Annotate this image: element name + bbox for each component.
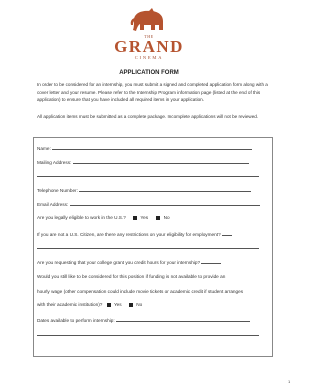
eligible-label: Are you legally eligible to work in the … (37, 215, 126, 220)
restrictions-field[interactable] (222, 231, 232, 236)
telephone-field[interactable] (79, 187, 252, 192)
consider-row-3: with their academic institution)? Yes No (37, 302, 142, 307)
dates-field-2[interactable] (37, 331, 259, 336)
page-title: APPLICATION FORM (119, 70, 179, 76)
eligible-yes-checkbox[interactable] (133, 215, 138, 220)
restrictions-row-2 (37, 244, 259, 250)
consider-no-label: No (136, 302, 143, 307)
restrictions-label: If you are not a U.S. Citizen, are there… (37, 232, 221, 237)
mailing-address-row: Mailing Address: (37, 159, 249, 165)
college-credit-field[interactable] (201, 259, 222, 264)
email-field[interactable] (69, 201, 260, 206)
elephant-icon (130, 8, 163, 31)
mailing-address-field[interactable] (72, 159, 249, 164)
dates-row: Dates available to perform internship: (37, 317, 250, 323)
telephone-row: Telephone Number: (37, 187, 252, 193)
restrictions-row: If you are not a U.S. Citizen, are there… (37, 231, 232, 237)
consider-label-line3: with their academic institution)? (37, 302, 103, 307)
name-field[interactable] (52, 145, 253, 150)
intro-paragraph: In order to be considered for an interns… (37, 82, 268, 103)
email-label: Email Address: (37, 202, 69, 207)
consider-row-2: hourly wage (other compensation could in… (37, 289, 243, 294)
logo-brand: GRAND (114, 37, 184, 56)
consider-row-1: Would you still like to be considered fo… (37, 274, 225, 279)
eligible-row: Are you legally eligible to work in the … (37, 215, 170, 220)
dates-row-2 (37, 331, 259, 337)
grand-cinema-logo: THE GRAND CINEMA (0, 4, 298, 64)
consider-yes-checkbox[interactable] (106, 302, 111, 307)
name-row: Name: (37, 145, 253, 151)
email-row: Email Address: (37, 201, 260, 207)
college-credit-label: Are you requesting that your college gra… (37, 260, 201, 265)
restrictions-field-2[interactable] (37, 244, 259, 249)
eligible-no-checkbox[interactable] (156, 215, 161, 220)
telephone-label: Telephone Number: (37, 188, 78, 193)
mailing-address-row-2 (37, 172, 259, 178)
logo-sub-text: CINEMA (134, 55, 164, 60)
note-paragraph: All application items must be submitted … (37, 114, 259, 119)
consider-label-line2: hourly wage (other compensation could in… (37, 289, 244, 294)
consider-label-line1: Would you still like to be considered fo… (37, 274, 226, 279)
consider-yes-label: Yes (113, 302, 122, 307)
dates-label: Dates available to perform internship: (37, 318, 115, 323)
dates-field[interactable] (115, 317, 250, 322)
eligible-yes-label: Yes (140, 215, 149, 220)
mailing-address-label: Mailing Address: (37, 160, 72, 165)
name-label: Name: (37, 146, 51, 151)
eligible-no-label: No (163, 215, 170, 220)
consider-no-checkbox[interactable] (128, 302, 133, 307)
page-number: 1 (288, 379, 291, 384)
college-credit-row: Are you requesting that your college gra… (37, 259, 222, 265)
mailing-address-field-2[interactable] (37, 172, 259, 177)
